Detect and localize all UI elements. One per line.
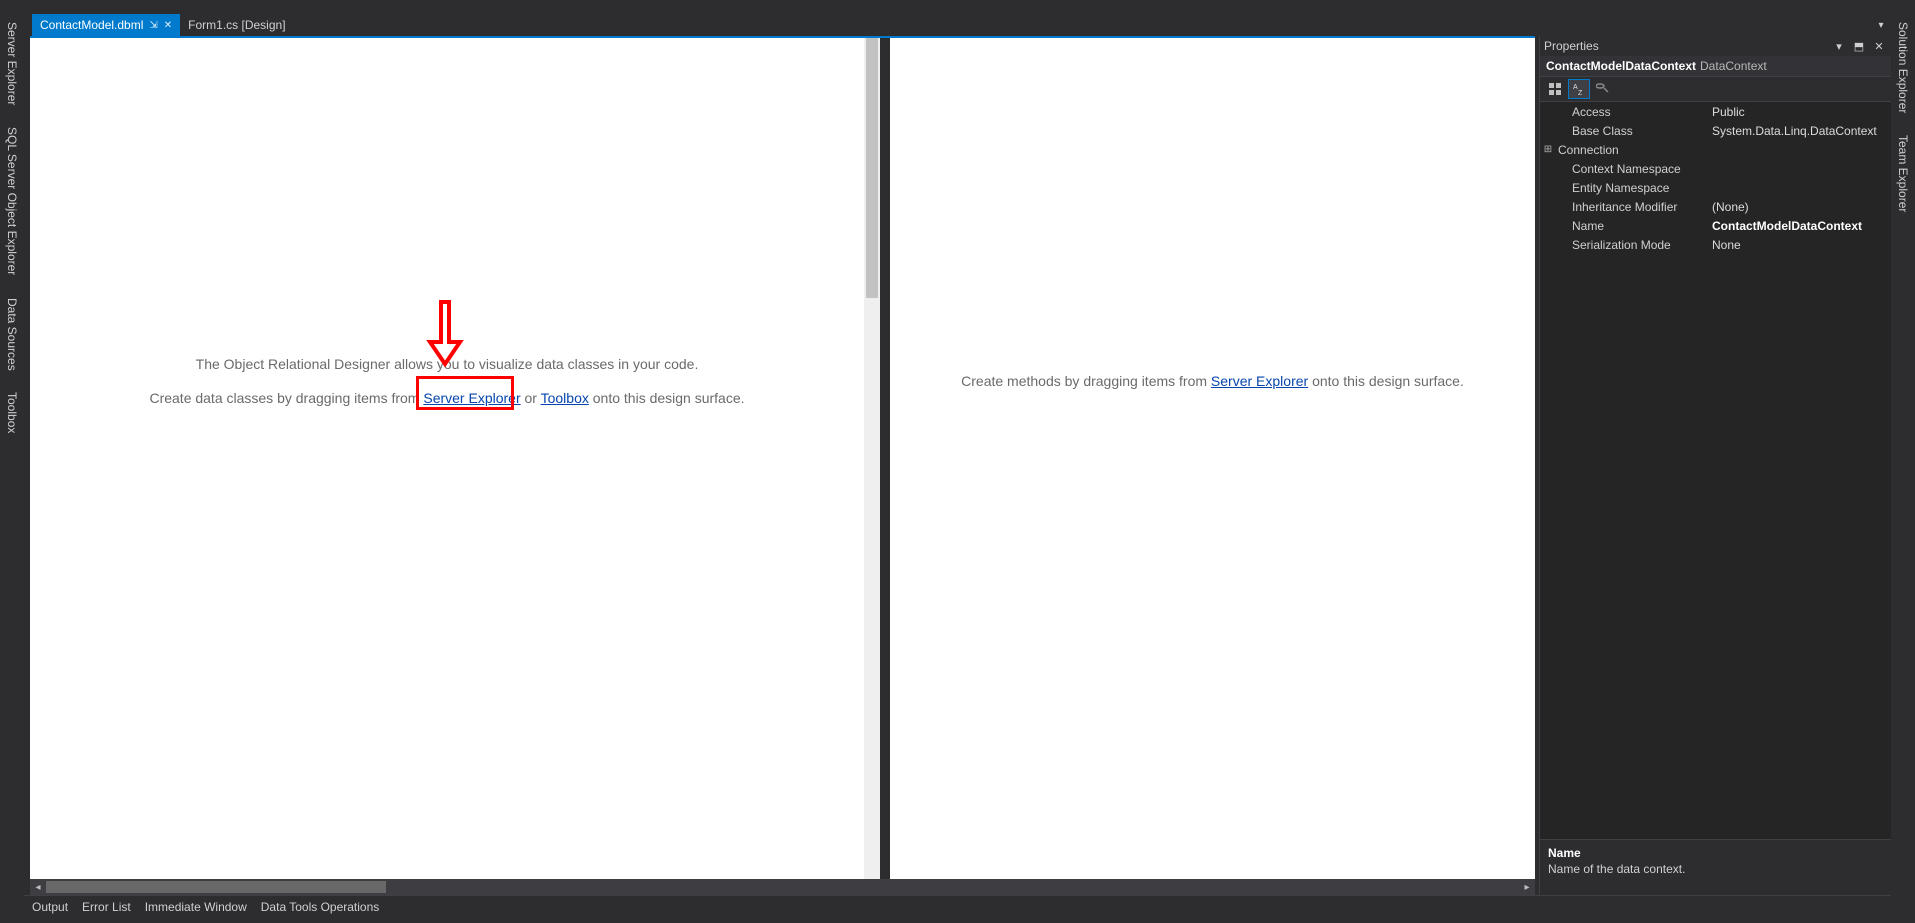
bottom-tool-tabs: Output Error List Immediate Window Data … xyxy=(24,895,1891,917)
link-server-explorer[interactable]: Server Explorer xyxy=(423,390,520,406)
tab-label: ContactModel.dbml xyxy=(40,18,143,32)
methods-design-surface[interactable]: Create methods by dragging items from Se… xyxy=(890,38,1535,879)
bottom-padding xyxy=(24,917,1891,923)
prop-row-name[interactable]: Name ContactModelDataContext xyxy=(1540,216,1891,235)
methods-watermark: Create methods by dragging items from Se… xyxy=(890,372,1535,391)
properties-toolbar: AZ xyxy=(1540,77,1891,102)
properties-panel: Properties ▾ ⬒ ✕ ContactModelDataContext… xyxy=(1539,36,1891,895)
description-body: Name of the data context. xyxy=(1548,862,1883,876)
property-pages-icon[interactable] xyxy=(1592,79,1614,99)
prop-row-inheritance-modifier[interactable]: Inheritance Modifier (None) xyxy=(1540,197,1891,216)
tab-label: Form1.cs [Design] xyxy=(188,18,285,32)
scrollbar-thumb[interactable] xyxy=(866,38,878,298)
right-tab-team-explorer[interactable]: Team Explorer xyxy=(1894,131,1912,216)
top-padding xyxy=(0,0,1915,14)
tab-contactmodel-dbml[interactable]: ContactModel.dbml ⇲ ✕ xyxy=(32,14,180,36)
document-tab-bar: ContactModel.dbml ⇲ ✕ Form1.cs [Design] … xyxy=(24,14,1891,36)
properties-titlebar: Properties ▾ ⬒ ✕ xyxy=(1540,36,1891,56)
horizontal-scrollbar[interactable]: ◂ ▸ xyxy=(30,879,1535,895)
categorized-view-icon[interactable] xyxy=(1544,79,1566,99)
auto-hide-pin-icon[interactable]: ⬒ xyxy=(1851,38,1867,54)
watermark-line1: The Object Relational Designer allows yo… xyxy=(50,356,844,372)
scrollbar-thumb-h[interactable] xyxy=(46,881,386,893)
vertical-scrollbar[interactable] xyxy=(864,38,880,879)
properties-description: Name Name of the data context. xyxy=(1540,839,1891,895)
left-tab-data-sources[interactable]: Data Sources xyxy=(3,294,21,375)
scroll-left-icon[interactable]: ◂ xyxy=(30,879,46,895)
designer-wrap: The Object Relational Designer allows yo… xyxy=(24,36,1539,895)
left-tab-toolbox[interactable]: Toolbox xyxy=(3,388,21,437)
left-tool-strip: Server Explorer SQL Server Object Explor… xyxy=(0,14,24,923)
properties-title: Properties xyxy=(1544,39,1827,53)
link-toolbox[interactable]: Toolbox xyxy=(541,390,589,406)
expand-icon[interactable]: ⊞ xyxy=(1540,144,1556,155)
tab-form1-design[interactable]: Form1.cs [Design] xyxy=(180,14,293,36)
alphabetical-view-icon[interactable]: AZ xyxy=(1568,79,1590,99)
bottom-tab-data-tools-operations[interactable]: Data Tools Operations xyxy=(261,900,380,914)
scroll-right-icon[interactable]: ▸ xyxy=(1519,879,1535,895)
prop-row-base-class[interactable]: Base Class System.Data.Linq.DataContext xyxy=(1540,121,1891,140)
properties-object-selector[interactable]: ContactModelDataContext DataContext xyxy=(1540,56,1891,77)
designer-watermark: The Object Relational Designer allows yo… xyxy=(30,356,864,406)
left-tab-sql-server-object-explorer[interactable]: SQL Server Object Explorer xyxy=(3,123,21,279)
link-server-explorer-methods[interactable]: Server Explorer xyxy=(1211,373,1308,389)
panel-splitter[interactable] xyxy=(880,38,890,879)
pin-icon[interactable]: ⇲ xyxy=(149,20,157,31)
prop-row-serialization-mode[interactable]: Serialization Mode None xyxy=(1540,235,1891,254)
description-header: Name xyxy=(1548,846,1883,860)
watermark-line2: Create data classes by dragging items fr… xyxy=(50,390,844,406)
left-tab-server-explorer[interactable]: Server Explorer xyxy=(3,18,21,109)
main-row: Server Explorer SQL Server Object Explor… xyxy=(0,14,1915,923)
active-files-dropdown-icon[interactable]: ▾ xyxy=(1871,14,1891,36)
prop-row-context-namespace[interactable]: Context Namespace xyxy=(1540,159,1891,178)
svg-text:Z: Z xyxy=(1578,90,1583,96)
selected-object-name: ContactModelDataContext xyxy=(1546,59,1696,73)
selected-object-type: DataContext xyxy=(1700,59,1767,73)
close-panel-icon[interactable]: ✕ xyxy=(1871,38,1887,54)
entities-design-surface[interactable]: The Object Relational Designer allows yo… xyxy=(30,38,880,879)
designer-panels: The Object Relational Designer allows yo… xyxy=(30,36,1535,879)
prop-row-connection[interactable]: ⊞ Connection xyxy=(1540,140,1891,159)
prop-row-entity-namespace[interactable]: Entity Namespace xyxy=(1540,178,1891,197)
properties-grid: Access Public Base Class System.Data.Lin… xyxy=(1540,102,1891,839)
right-tool-strip: Solution Explorer Team Explorer xyxy=(1891,14,1915,923)
prop-row-access[interactable]: Access Public xyxy=(1540,102,1891,121)
bottom-tab-immediate-window[interactable]: Immediate Window xyxy=(145,900,247,914)
right-tab-solution-explorer[interactable]: Solution Explorer xyxy=(1894,18,1912,117)
editor-row: The Object Relational Designer allows yo… xyxy=(24,36,1891,895)
close-icon[interactable]: ✕ xyxy=(164,20,172,31)
bottom-tab-output[interactable]: Output xyxy=(32,900,68,914)
window-position-icon[interactable]: ▾ xyxy=(1831,38,1847,54)
center-column: ContactModel.dbml ⇲ ✕ Form1.cs [Design] … xyxy=(24,14,1891,923)
bottom-tab-error-list[interactable]: Error List xyxy=(82,900,131,914)
